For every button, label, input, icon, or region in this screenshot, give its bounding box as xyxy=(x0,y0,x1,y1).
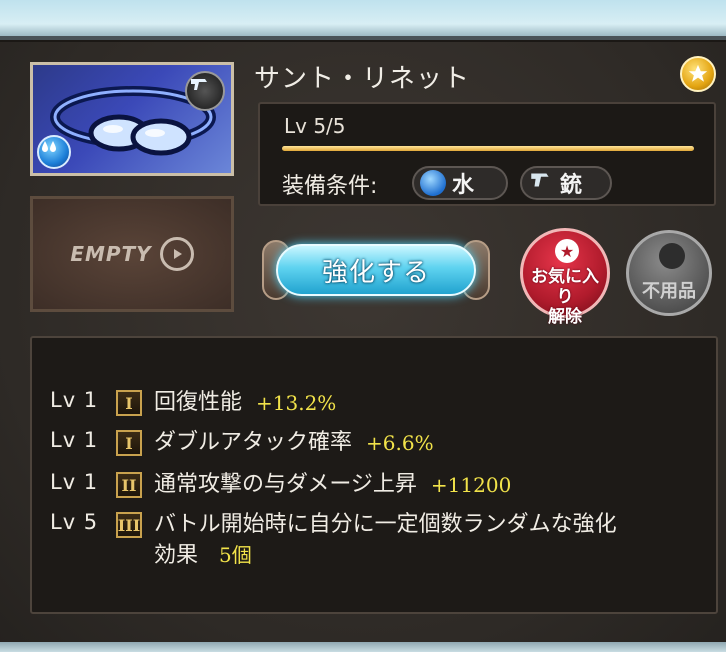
footer-band xyxy=(0,642,726,652)
unused-label: 不用品 xyxy=(642,281,696,302)
favorite-release-label: お気に入り 解除 xyxy=(531,267,599,327)
skill-value: +13.2% xyxy=(256,391,337,415)
skill-name: ダブルアタック確率 xyxy=(154,430,353,455)
item-name: サント・リネット xyxy=(254,64,471,94)
requirement-gun-label: 銃 xyxy=(560,173,583,198)
skill-text-block: バトル開始時に自分に一定個数ランダムな強化 効果 5個 xyxy=(154,510,694,571)
play-icon xyxy=(159,237,194,271)
rank-badge: I xyxy=(116,390,142,416)
skill-row: Lv 1 I 回復性能 +13.2% xyxy=(50,388,336,418)
skill-level: Lv 1 xyxy=(50,428,99,452)
skill-name-tail: 効果 xyxy=(154,543,199,568)
gun-icon xyxy=(185,71,225,111)
gun-icon xyxy=(528,167,554,199)
skill-value: +6.6% xyxy=(366,431,434,455)
water-element-icon xyxy=(37,135,71,169)
star-icon: ★ xyxy=(555,239,579,263)
skill-name: 通常攻撃の与ダメージ上昇 xyxy=(154,472,417,497)
water-orb-icon xyxy=(420,170,446,196)
rank-badge: I xyxy=(116,430,142,456)
skill-name: バトル開始時に自分に一定個数ランダムな強化 xyxy=(154,512,617,537)
item-info-box: Lv 5/5 装備条件: 水 銃 xyxy=(258,102,716,206)
empty-skin-slot[interactable]: EMPTY xyxy=(30,196,234,312)
level-text: Lv 5/5 xyxy=(284,114,346,138)
favorite-star-icon[interactable] xyxy=(680,56,716,92)
skills-panel: Lv 1 I 回復性能 +13.2% Lv 1 I ダブルアタック確率 +6.6… xyxy=(30,336,718,614)
empty-label: EMPTY xyxy=(70,242,152,266)
level-progress-bar xyxy=(282,146,694,151)
upgrade-button[interactable]: 強化する xyxy=(262,236,490,302)
skill-row: Lv 1 II 通常攻撃の与ダメージ上昇 +11200 xyxy=(50,470,511,500)
requirements-label: 装備条件: xyxy=(282,174,378,199)
rank-badge: II xyxy=(116,472,142,498)
skill-name-continued: 効果 5個 xyxy=(154,540,694,571)
skill-row: Lv 1 I ダブルアタック確率 +6.6% xyxy=(50,428,434,458)
item-image[interactable] xyxy=(30,62,234,176)
unused-icon xyxy=(659,243,685,269)
skill-name: 回復性能 xyxy=(154,390,243,415)
upgrade-button-label: 強化する xyxy=(276,244,476,296)
skill-level: Lv 1 xyxy=(50,388,99,412)
favorite-release-button[interactable]: ★ お気に入り 解除 xyxy=(520,228,610,327)
header-band xyxy=(0,0,726,40)
requirement-water-label: 水 xyxy=(452,173,475,198)
skill-value: +11200 xyxy=(430,473,512,497)
skill-level: Lv 1 xyxy=(50,470,99,494)
skill-level: Lv 5 xyxy=(50,510,99,534)
requirement-gun: 銃 xyxy=(520,166,612,200)
requirement-water: 水 xyxy=(412,166,508,200)
rank-badge: III xyxy=(116,512,142,538)
skill-value: 5個 xyxy=(219,543,252,567)
mark-unused-button[interactable]: 不用品 xyxy=(626,230,712,316)
skill-row: Lv 5 III バトル開始時に自分に一定個数ランダムな強化 効果 5個 xyxy=(50,510,694,571)
